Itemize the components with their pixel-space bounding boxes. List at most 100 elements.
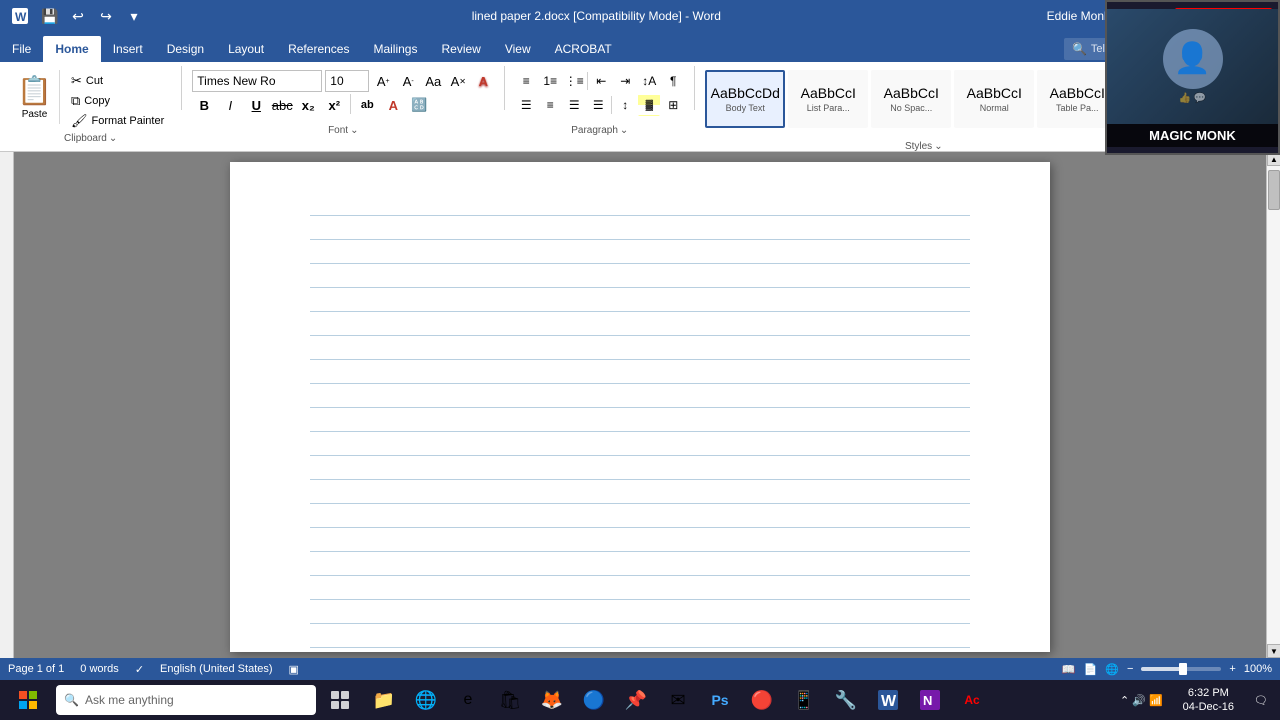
- page-count-label: Page 1 of 1: [8, 663, 64, 675]
- tab-mailings[interactable]: Mailings: [361, 36, 429, 62]
- taskbar-acrobat-icon[interactable]: Ac: [952, 682, 992, 718]
- spell-check-icon[interactable]: ✓: [135, 663, 144, 676]
- clear-format-button[interactable]: A✕: [447, 70, 469, 92]
- decrease-indent-button[interactable]: ⇤: [590, 70, 612, 92]
- document-area[interactable]: ⌶: [14, 152, 1266, 658]
- taskbar-misc3-icon[interactable]: 🔧: [826, 682, 866, 718]
- clock[interactable]: 6:32 PM 04-Dec-16: [1175, 682, 1242, 718]
- paste-button[interactable]: 📋 Paste: [10, 70, 60, 124]
- subscript-button[interactable]: x₂: [296, 94, 320, 116]
- zoom-in-button[interactable]: +: [1229, 663, 1235, 675]
- tab-review[interactable]: Review: [429, 36, 492, 62]
- save-icon[interactable]: 💾: [38, 4, 62, 28]
- paragraph-expand-icon[interactable]: ⌄: [620, 125, 628, 136]
- numbering-button[interactable]: 1≡: [539, 70, 561, 92]
- scroll-down-button[interactable]: ▼: [1267, 644, 1280, 658]
- shading-button[interactable]: ▓: [638, 94, 660, 116]
- scroll-track[interactable]: [1267, 166, 1280, 644]
- shrink-font-button[interactable]: A-: [397, 70, 419, 92]
- taskbar-sticky-icon[interactable]: 📌: [616, 682, 656, 718]
- font-family-selector[interactable]: [192, 70, 322, 92]
- print-layout-icon[interactable]: 📄: [1084, 663, 1098, 676]
- grow-font-button[interactable]: A+: [372, 70, 394, 92]
- web-layout-icon[interactable]: 🌐: [1105, 663, 1119, 676]
- scroll-thumb[interactable]: [1268, 170, 1280, 210]
- doc-line: [310, 360, 970, 384]
- increase-indent-button[interactable]: ⇥: [614, 70, 636, 92]
- taskbar-onenote-icon[interactable]: N: [910, 682, 950, 718]
- taskbar-store-icon[interactable]: 🛍: [490, 682, 530, 718]
- font-label: Font: [328, 125, 348, 136]
- tab-acrobat[interactable]: ACROBAT: [543, 36, 624, 62]
- clipboard-expand-icon[interactable]: ⌄: [109, 133, 117, 144]
- tab-view[interactable]: View: [493, 36, 543, 62]
- text-effects-button[interactable]: A: [472, 70, 494, 92]
- undo-icon[interactable]: ↩: [66, 4, 90, 28]
- task-view-button[interactable]: [320, 682, 360, 718]
- system-tray[interactable]: ⌃ 🔊 📶: [1112, 682, 1171, 718]
- bullets-button[interactable]: ≡: [515, 70, 537, 92]
- styles-label: Styles: [905, 141, 932, 152]
- taskbar-word-icon[interactable]: W: [868, 682, 908, 718]
- doc-line: [310, 336, 970, 360]
- style-list-para[interactable]: AaBbCcI List Para...: [788, 70, 868, 128]
- sort-button[interactable]: ↕A: [638, 70, 660, 92]
- font-color-button[interactable]: A: [381, 94, 405, 116]
- font-expand-icon[interactable]: ⌄: [350, 125, 358, 136]
- align-left-button[interactable]: ☰: [515, 94, 537, 116]
- taskbar-explorer-icon[interactable]: 📁: [364, 682, 404, 718]
- document-page[interactable]: ⌶: [230, 162, 1050, 652]
- taskbar-apps: 📁 🌐 e 🛍 🦊 🔵 📌 ✉ Ps 🔴 📱 🔧 W N Ac: [364, 682, 1108, 718]
- multilevel-list-button[interactable]: ⋮≡: [563, 70, 585, 92]
- text-highlight-button[interactable]: ab: [355, 94, 379, 116]
- tab-layout[interactable]: Layout: [216, 36, 276, 62]
- style-no-spacing[interactable]: AaBbCcI No Spac...: [871, 70, 951, 128]
- format-painter-button[interactable]: 🖌 Format Painter: [68, 112, 167, 130]
- show-formatting-button[interactable]: ¶: [662, 70, 684, 92]
- taskbar-edge-icon[interactable]: 🌐: [406, 682, 446, 718]
- zoom-out-button[interactable]: −: [1127, 663, 1133, 675]
- vertical-scrollbar[interactable]: ▲ ▼: [1266, 152, 1280, 658]
- strikethrough-button[interactable]: abc: [270, 94, 294, 116]
- zoom-slider[interactable]: [1141, 667, 1221, 671]
- taskbar-misc2-icon[interactable]: 📱: [784, 682, 824, 718]
- more-qa-icon[interactable]: ▾: [122, 4, 146, 28]
- style-body-text[interactable]: AaBbCcDd Body Text: [705, 70, 785, 128]
- taskbar-search[interactable]: 🔍 Ask me anything: [56, 685, 316, 715]
- redo-icon[interactable]: ↪: [94, 4, 118, 28]
- copy-button[interactable]: ⧉ Copy: [68, 92, 167, 110]
- tab-references[interactable]: References: [276, 36, 361, 62]
- taskbar-mail-icon[interactable]: ✉: [658, 682, 698, 718]
- styles-expand-icon[interactable]: ⌄: [934, 141, 942, 152]
- bold-button[interactable]: B: [192, 94, 216, 116]
- taskbar-misc1-icon[interactable]: 🔴: [742, 682, 782, 718]
- align-center-button[interactable]: ≡: [539, 94, 561, 116]
- tab-home[interactable]: Home: [43, 36, 100, 62]
- underline-button[interactable]: U: [244, 94, 268, 116]
- italic-button[interactable]: I: [218, 94, 242, 116]
- taskbar-firefox-icon[interactable]: 🦊: [532, 682, 572, 718]
- social-icons: 👍 💬: [1179, 93, 1207, 104]
- font-size-selector[interactable]: [325, 70, 369, 92]
- character-shading-button[interactable]: 🔠: [407, 94, 431, 116]
- taskbar-chrome-icon[interactable]: 🔵: [574, 682, 614, 718]
- line-spacing-button[interactable]: ↕: [614, 94, 636, 116]
- tab-design[interactable]: Design: [155, 36, 216, 62]
- start-button[interactable]: [4, 682, 52, 718]
- tab-insert[interactable]: Insert: [101, 36, 155, 62]
- notification-button[interactable]: 🗨: [1246, 682, 1276, 718]
- zoom-thumb[interactable]: [1179, 663, 1187, 675]
- justify-button[interactable]: ☰: [587, 94, 609, 116]
- tab-file[interactable]: File: [0, 36, 43, 62]
- taskbar-photoshop-icon[interactable]: Ps: [700, 682, 740, 718]
- font-group: A+ A- Aa A✕ A B I U abc x₂ x² ab A 🔠: [186, 66, 500, 138]
- change-case-button[interactable]: Aa: [422, 70, 444, 92]
- cut-button[interactable]: ✂ Cut: [68, 72, 167, 90]
- align-right-button[interactable]: ☰: [563, 94, 585, 116]
- taskbar-ie-icon[interactable]: e: [448, 682, 488, 718]
- superscript-button[interactable]: x²: [322, 94, 346, 116]
- borders-button[interactable]: ⊞: [662, 94, 684, 116]
- time-label: 6:32 PM: [1188, 686, 1229, 700]
- style-normal[interactable]: AaBbCcI Normal: [954, 70, 1034, 128]
- read-mode-icon[interactable]: 📖: [1062, 663, 1076, 676]
